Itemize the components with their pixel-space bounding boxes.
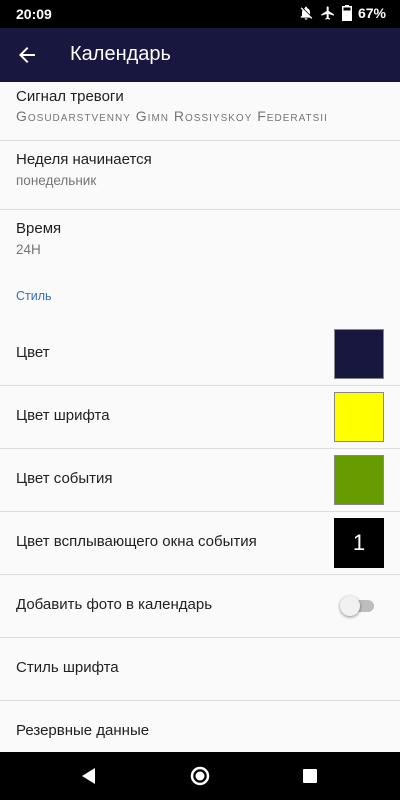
add-photo-toggle[interactable]	[340, 596, 376, 616]
alarm-value: Gosudarstvenny Gimn Rossiyskoy Federatsi…	[16, 108, 328, 124]
font-style-title: Стиль шрифта	[16, 659, 119, 676]
time-format-value: 24H	[16, 242, 41, 257]
back-button[interactable]	[14, 43, 40, 67]
battery-icon	[341, 5, 352, 21]
backup-setting[interactable]: Резервные данные	[0, 701, 400, 752]
status-time: 20:09	[16, 6, 52, 22]
add-photo-title: Добавить фото в календарь	[16, 596, 213, 613]
style-category-header: Стиль	[0, 279, 400, 323]
week-start-title: Неделя начинается	[16, 151, 152, 168]
time-format-title: Время	[16, 220, 62, 237]
nav-recents-button[interactable]	[298, 764, 322, 788]
status-icons: 67%	[298, 5, 386, 21]
recents-square-icon	[303, 769, 317, 783]
notifications-off-icon	[298, 5, 314, 21]
arrow-back-icon	[19, 47, 35, 63]
nav-home-button[interactable]	[188, 764, 212, 788]
navigation-bar	[0, 752, 400, 800]
nav-back-button[interactable]	[77, 764, 101, 788]
popup-color-swatch[interactable]: 1	[334, 518, 384, 568]
status-bar: 20:09 67%	[0, 0, 400, 28]
add-photo-setting[interactable]: Добавить фото в календарь	[0, 575, 400, 638]
popup-color-setting[interactable]: Цвет всплывающего окна события 1	[0, 512, 400, 575]
font-color-title: Цвет шрифта	[16, 407, 110, 424]
font-style-setting[interactable]: Стиль шрифта	[0, 638, 400, 701]
toggle-thumb	[340, 596, 360, 616]
page-title: Календарь	[70, 43, 171, 65]
airplane-icon	[320, 5, 336, 21]
time-format-setting[interactable]: Время 24H	[0, 210, 400, 279]
alarm-setting[interactable]: Сигнал тревоги Gosudarstvenny Gimn Rossi…	[0, 82, 400, 141]
backup-title: Резервные данные	[16, 722, 150, 739]
back-triangle-icon	[82, 768, 95, 784]
week-start-value: понедельник	[16, 173, 97, 188]
home-circle-icon	[190, 766, 210, 786]
color-swatch[interactable]	[334, 329, 384, 379]
event-color-swatch[interactable]	[334, 455, 384, 505]
battery-percent: 67%	[357, 5, 386, 21]
app-bar: Календарь	[0, 28, 400, 82]
color-title: Цвет	[16, 344, 50, 361]
settings-list: Сигнал тревоги Gosudarstvenny Gimn Rossi…	[0, 82, 400, 752]
week-start-setting[interactable]: Неделя начинается понедельник	[0, 141, 400, 210]
event-color-setting[interactable]: Цвет события	[0, 449, 400, 512]
popup-color-title: Цвет всплывающего окна события	[16, 533, 257, 550]
popup-swatch-text: 1	[352, 530, 366, 555]
style-category-label: Стиль	[16, 289, 52, 303]
font-color-setting[interactable]: Цвет шрифта	[0, 386, 400, 449]
color-setting[interactable]: Цвет	[0, 323, 400, 386]
event-color-title: Цвет события	[16, 470, 113, 487]
alarm-title: Сигнал тревоги	[16, 88, 124, 105]
font-color-swatch[interactable]	[334, 392, 384, 442]
